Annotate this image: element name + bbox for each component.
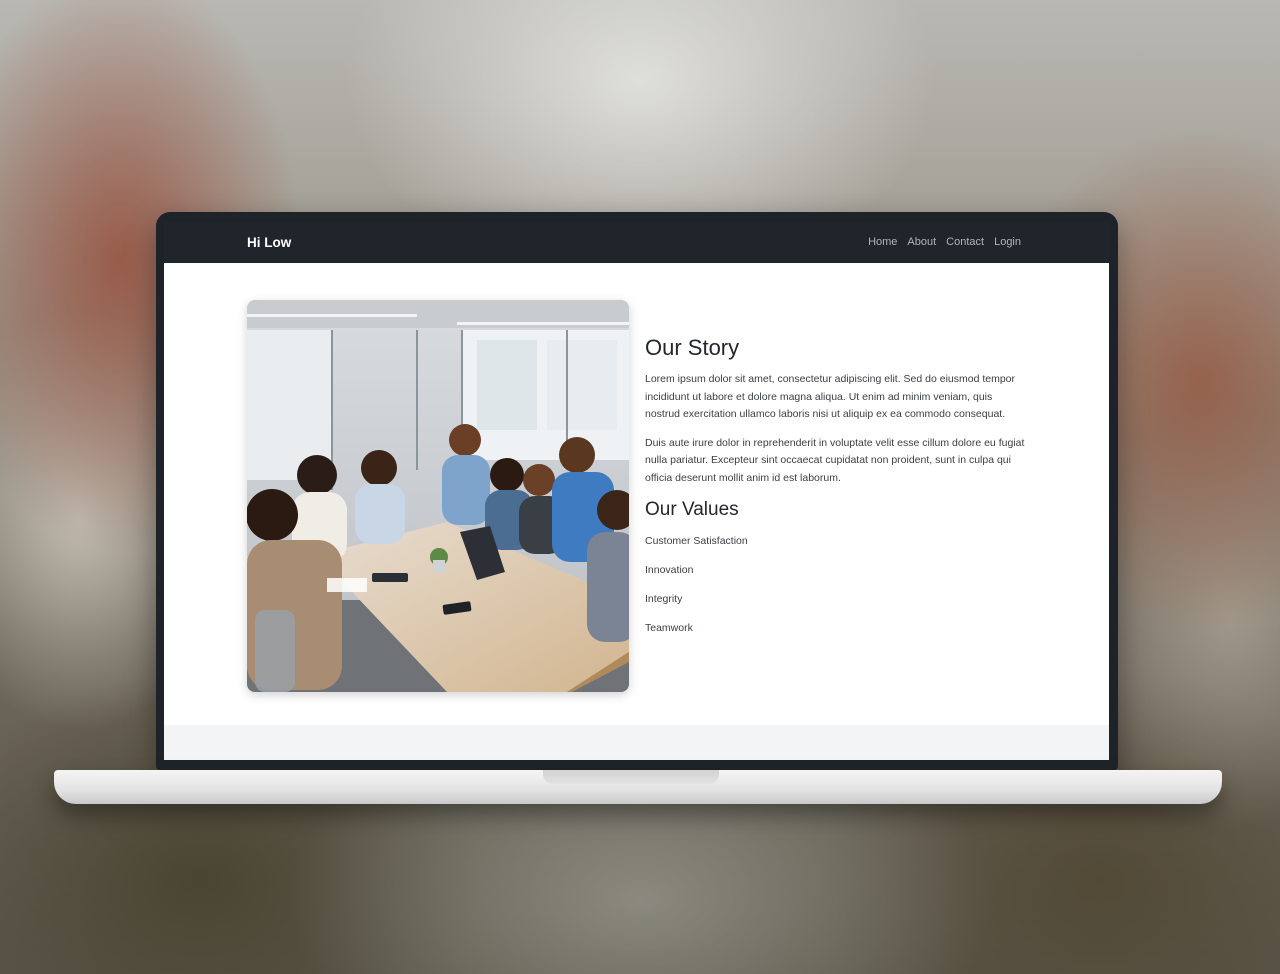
value-item: Customer Satisfaction: [645, 535, 748, 547]
team-meeting-illustration: [247, 300, 629, 692]
nav-link-about[interactable]: About: [907, 236, 936, 248]
story-section: Our Story Lorem ipsum dolor sit amet, co…: [645, 335, 1030, 651]
our-values-heading: Our Values: [645, 499, 739, 520]
our-story-heading: Our Story: [645, 335, 740, 360]
about-section: Our Story Lorem ipsum dolor sit amet, co…: [164, 263, 1109, 725]
story-paragraph-2: Duis aute irure dolor in reprehenderit i…: [645, 436, 1025, 484]
brand-logo[interactable]: Hi Low: [247, 235, 291, 250]
nav-link-home[interactable]: Home: [868, 236, 897, 248]
team-meeting-photo: [247, 300, 629, 692]
nav-link-contact[interactable]: Contact: [946, 236, 984, 248]
nav-link-login[interactable]: Login: [994, 236, 1021, 248]
story-paragraph-1: Lorem ipsum dolor sit amet, consectetur …: [645, 373, 1016, 420]
laptop-screen: Hi Low Home About Contact Login Our Stor…: [164, 222, 1109, 760]
value-item: Innovation: [645, 564, 694, 576]
nav-links: Home About Contact Login: [868, 236, 1021, 248]
laptop-notch: [543, 770, 719, 784]
footer-band: [164, 725, 1109, 760]
value-item: Integrity: [645, 593, 683, 605]
value-item: Teamwork: [645, 622, 693, 634]
navbar: Hi Low Home About Contact Login: [164, 222, 1109, 263]
